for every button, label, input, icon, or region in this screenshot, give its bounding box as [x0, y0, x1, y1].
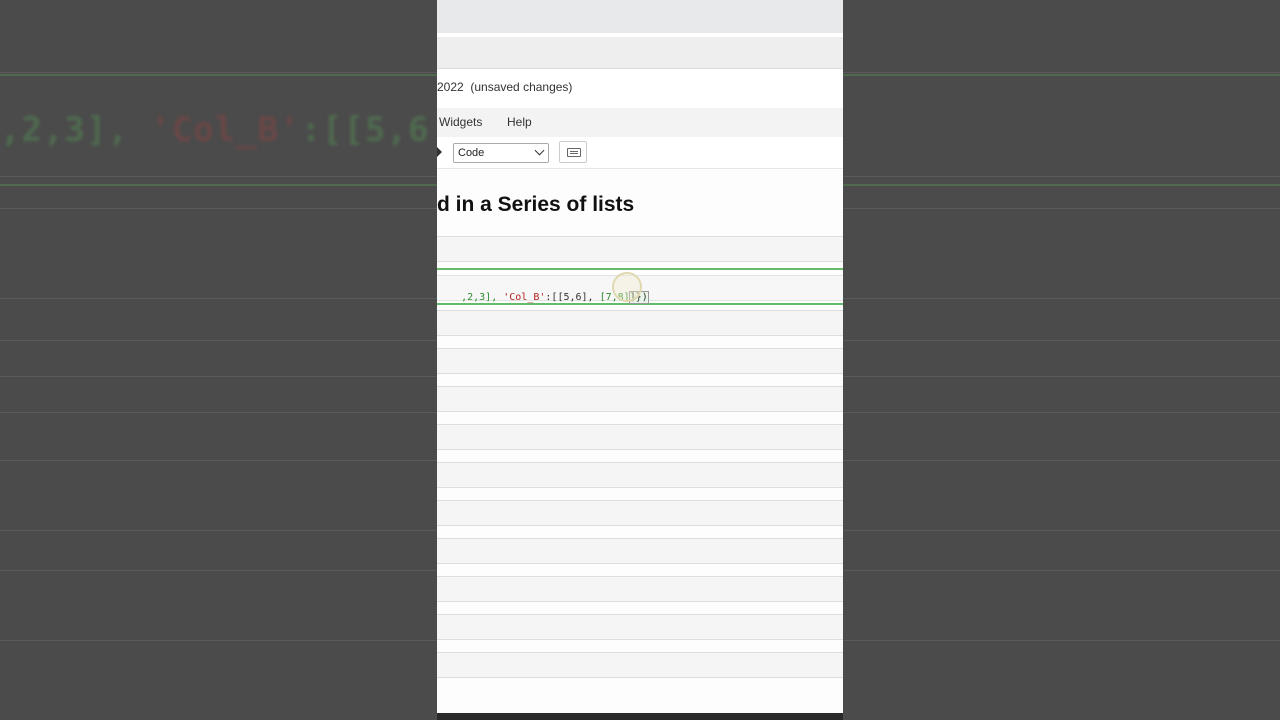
background-zoomed-code: ,2,3], 'Col_B':[[5,6 [0, 110, 430, 150]
bottom-bar [437, 713, 843, 720]
code-cell[interactable] [437, 500, 843, 526]
save-status: 2022 (unsaved changes) [437, 80, 573, 94]
menu-help[interactable]: Help [507, 115, 532, 129]
cell-type-select[interactable]: Code [453, 143, 549, 163]
code-cell[interactable] [437, 424, 843, 450]
markdown-heading: d in a Series of lists [437, 193, 635, 216]
browser-top-bar [437, 0, 843, 33]
code-cell[interactable] [437, 348, 843, 374]
code-cell[interactable] [437, 462, 843, 488]
menu-bar [437, 108, 843, 137]
code-cell[interactable] [437, 614, 843, 640]
header-strip [437, 37, 843, 69]
keyboard-icon [567, 148, 581, 157]
notebook-panel: 2022 (unsaved changes) Widgets Help Code… [437, 0, 843, 720]
code-cell[interactable] [437, 538, 843, 564]
click-indicator [612, 272, 642, 302]
menu-widgets[interactable]: Widgets [439, 115, 482, 129]
background-right [843, 0, 1280, 720]
code-cell[interactable] [437, 652, 843, 678]
code-cell[interactable] [437, 386, 843, 412]
cell-type-value: Code [458, 147, 485, 159]
chevron-down-icon [534, 145, 545, 156]
command-palette-button[interactable] [559, 141, 587, 163]
code-cell[interactable] [437, 236, 843, 262]
run-icon[interactable] [437, 147, 442, 157]
background-left: ,2,3], 'Col_B':[[5,6 [0, 0, 437, 720]
code-cell[interactable] [437, 576, 843, 602]
code-cell[interactable] [437, 310, 843, 336]
